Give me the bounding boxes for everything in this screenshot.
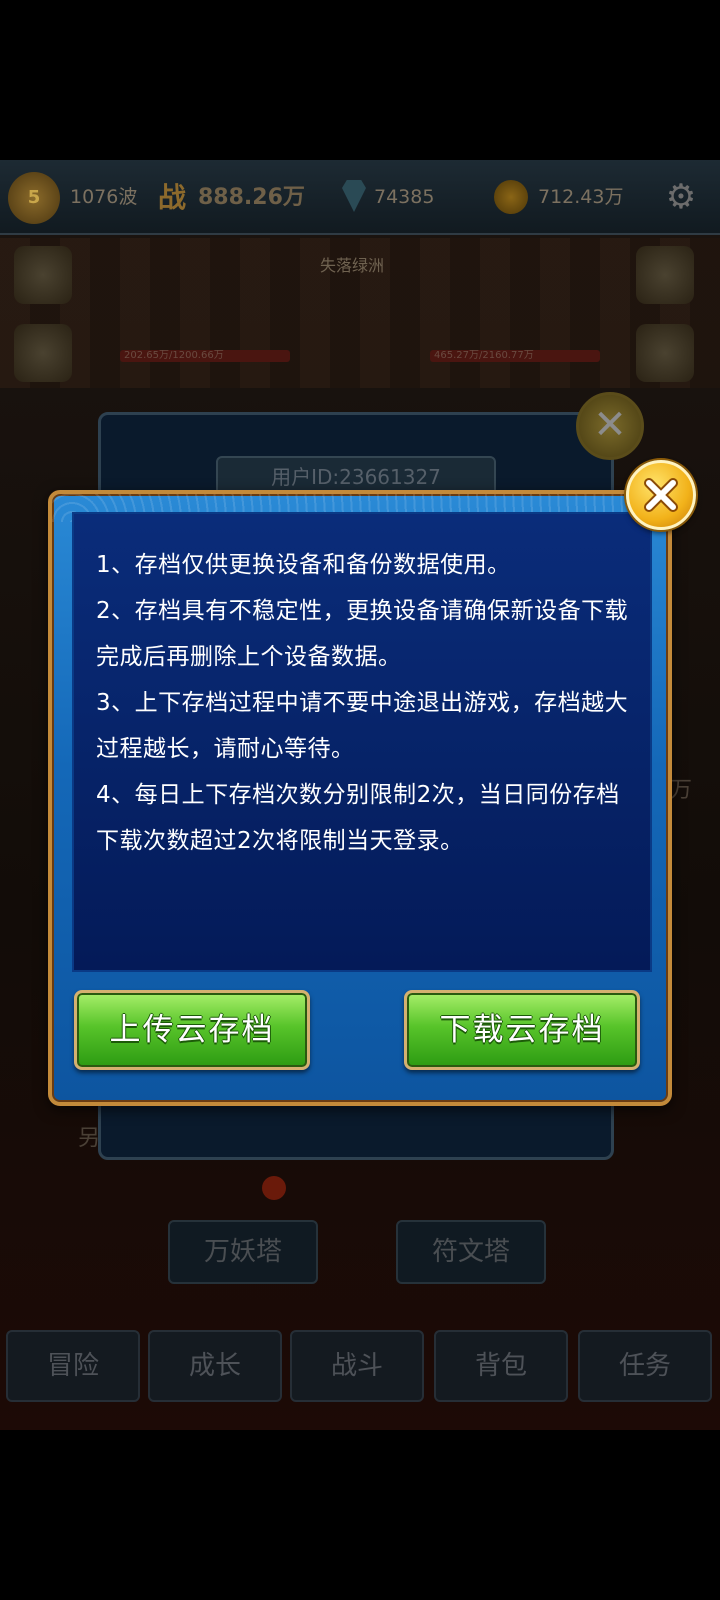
rules-text: 1、存档仅供更换设备和备份数据使用。 2、存档具有不稳定性，更换设备请确保新设备… [96,542,636,864]
rule-item-2: 2、存档具有不稳定性，更换设备请确保新设备下载完成后再删除上个设备数据。 [96,598,629,670]
nav-tab-growth[interactable]: 成长 [148,1330,282,1402]
close-icon[interactable] [626,460,696,530]
rules-content-box: 1、存档仅供更换设备和备份数据使用。 2、存档具有不稳定性，更换设备请确保新设备… [72,512,652,972]
scene-title: 失落绿洲 [320,256,385,275]
rule-item-1: 1、存档仅供更换设备和备份数据使用。 [96,552,511,578]
upload-cloud-save-button[interactable]: 上传云存档 [74,990,310,1070]
top-status-bar: 5 1076波 战 888.26万 74385 712.43万 ⚙ [0,160,720,235]
power-icon: 战 [158,181,187,214]
cloud-save-dialog: 1、存档仅供更换设备和备份数据使用。 2、存档具有不稳定性，更换设备请确保新设备… [48,490,672,1106]
rule-item-3: 3、上下存档过程中请不要中途退出游戏，存档越大过程越长，请耐心等待。 [96,690,629,762]
edge-text-right: 万 [670,778,693,803]
bottom-nav: 冒险 成长 战斗 背包 任务 [0,1330,720,1408]
hp-bar-right: 465.27万/2160.77万 [430,350,600,362]
download-cloud-save-button[interactable]: 下载云存档 [404,990,640,1070]
nav-tab-adventure[interactable]: 冒险 [6,1330,140,1402]
gem-icon [342,180,366,212]
hp-bar-left: 202.65万/1200.66万 [120,350,290,362]
side-icon-right-1[interactable] [636,246,694,304]
level-badge: 5 [8,172,60,224]
side-icon-left-1[interactable] [14,246,72,304]
close-x-icon [644,478,678,512]
wave-count: 1076波 [70,186,138,208]
nav-tab-tasks[interactable]: 任务 [578,1330,712,1402]
gear-icon[interactable]: ⚙ [662,178,700,216]
gem-count: 74385 [374,186,435,208]
tower-button-fuwen[interactable]: 符文塔 [396,1220,546,1284]
tower-button-wanyao[interactable]: 万妖塔 [168,1220,318,1284]
nav-tab-battle[interactable]: 战斗 [290,1330,424,1402]
side-icon-left-2[interactable] [14,324,72,382]
notification-dot [262,1176,286,1200]
power-value: 888.26万 [198,185,305,210]
rule-item-4: 4、每日上下存档次数分别限制2次，当日同份存档下载次数超过2次将限制当天登录。 [96,782,620,854]
background-close-icon: ✕ [576,392,644,460]
gold-count: 712.43万 [538,186,624,208]
nav-tab-bag[interactable]: 背包 [434,1330,568,1402]
edge-text-left: 另 [78,1126,101,1151]
side-icon-right-2[interactable] [636,324,694,382]
coin-icon [494,180,528,214]
